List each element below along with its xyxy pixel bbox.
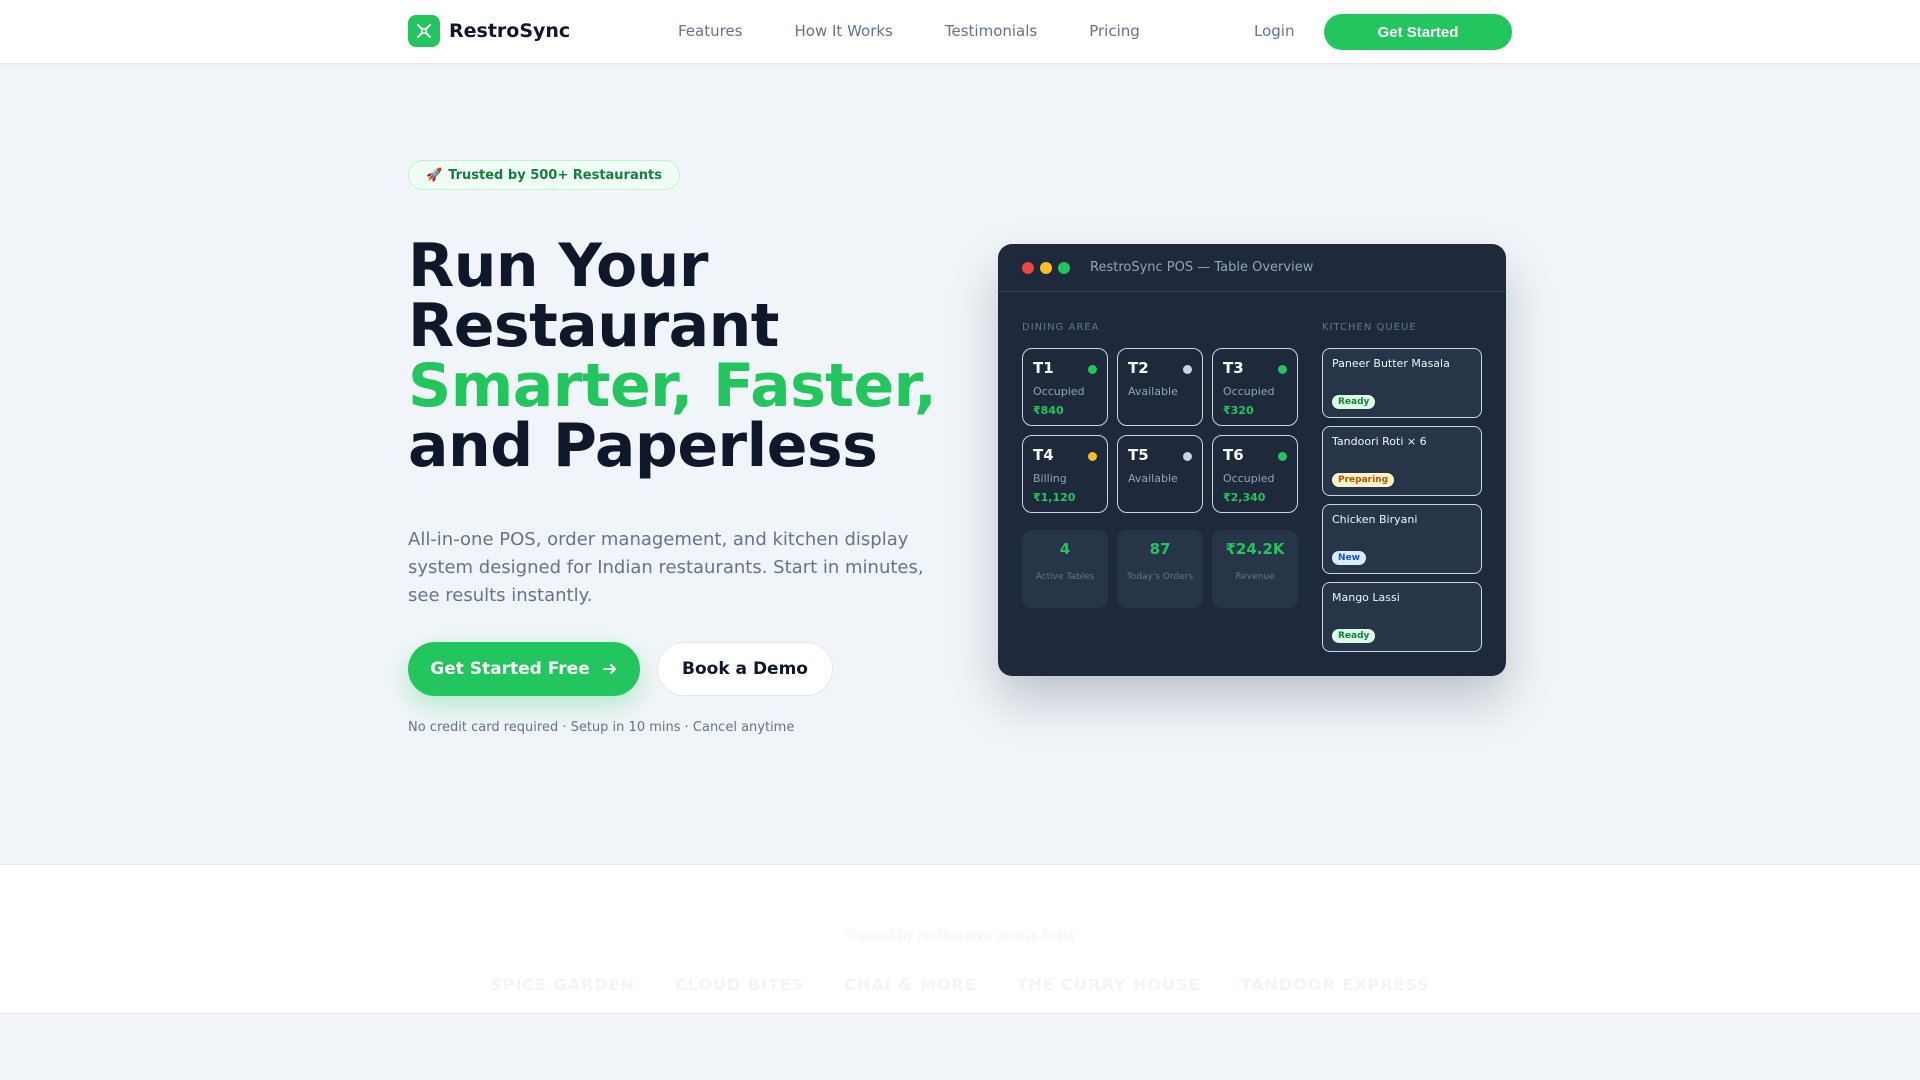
nav-link-pricing[interactable]: Pricing <box>1089 22 1140 40</box>
hero-note: No credit card required · Setup in 10 mi… <box>408 720 795 735</box>
stat-value: ₹24.2K <box>1225 540 1285 558</box>
table-status-dot-icon <box>1088 365 1097 374</box>
brand[interactable]: RestroSync <box>408 15 570 47</box>
kitchen-order-card[interactable]: Paneer Butter Masala Ready <box>1322 348 1482 418</box>
arrow-right-icon <box>602 664 616 674</box>
trusted-by-label: Trusted by restaurants across India <box>845 929 1075 944</box>
order-status-badge: Preparing <box>1332 473 1395 487</box>
order-item-name: Mango Lassi <box>1332 591 1400 604</box>
headline-line-4: and Paperless <box>408 411 878 481</box>
table-status-dot-icon <box>1183 365 1192 374</box>
table-status-dot-icon <box>1183 452 1192 461</box>
brand-name: RestroSync <box>449 20 571 42</box>
trusted-by-section: Trusted by restaurants across India SPIC… <box>0 864 1920 1014</box>
table-amount: ₹320 <box>1223 404 1254 417</box>
stat-todays-orders: 87 Today's Orders <box>1117 530 1203 608</box>
table-card-t6[interactable]: T6 Occupied ₹2,340 <box>1212 435 1298 513</box>
table-status-dot-icon <box>1278 452 1287 461</box>
order-status-badge: New <box>1332 551 1366 565</box>
nav-link-testimonials[interactable]: Testimonials <box>945 22 1037 40</box>
table-status: Occupied <box>1223 472 1275 485</box>
get-started-free-label: Get Started Free <box>430 659 590 679</box>
window-close-dot-icon <box>1022 261 1034 274</box>
partner-logo: THE CURRY HOUSE <box>1016 975 1201 994</box>
window-minimize-dot-icon <box>1040 261 1052 274</box>
kitchen-queue: Paneer Butter Masala Ready Tandoori Roti… <box>1322 348 1482 660</box>
table-status: Occupied <box>1033 385 1085 398</box>
order-item-name: Tandoori Roti × 6 <box>1332 435 1427 448</box>
get-started-free-button[interactable]: Get Started Free <box>408 642 640 696</box>
kitchen-order-card[interactable]: Tandoori Roti × 6 Preparing <box>1322 426 1482 496</box>
hero-headline: Run Your Restaurant Smarter, Faster, and… <box>408 236 937 476</box>
stat-label: Active Tables <box>1035 572 1095 582</box>
stat-value: 4 <box>1059 540 1071 558</box>
window-maximize-dot-icon <box>1058 261 1070 274</box>
stat-label: Today's Orders <box>1126 572 1194 582</box>
table-status: Available <box>1128 385 1178 398</box>
pos-preview-window: RestroSync POS — Table Overview DINING A… <box>998 244 1506 676</box>
table-status-dot-icon <box>1278 365 1287 374</box>
nav-link-features[interactable]: Features <box>678 22 743 40</box>
pos-window-title: RestroSync POS — Table Overview <box>1090 260 1314 275</box>
partner-logo: TANDOOR EXPRESS <box>1240 975 1430 994</box>
kitchen-queue-label: KITCHEN QUEUE <box>1322 322 1417 333</box>
dining-area-label: DINING AREA <box>1022 322 1100 333</box>
table-grid: T1 Occupied ₹840 T2 Available T3 Occupie… <box>1022 348 1298 513</box>
rocket-icon: 🚀 <box>426 167 443 183</box>
partner-logos: SPICE GARDEN CLOUD BITES CHAI & MORE THE… <box>0 975 1920 994</box>
table-amount: ₹1,120 <box>1033 491 1076 504</box>
trusted-badge-label: Trusted by 500+ Restaurants <box>448 167 662 183</box>
stat-label: Revenue <box>1235 572 1275 582</box>
book-demo-button[interactable]: Book a Demo <box>657 642 833 696</box>
table-amount: ₹840 <box>1033 404 1064 417</box>
table-card-t3[interactable]: T3 Occupied ₹320 <box>1212 348 1298 426</box>
partner-logo: CLOUD BITES <box>674 975 805 994</box>
nav-link-how-it-works[interactable]: How It Works <box>795 22 893 40</box>
partner-logo: SPICE GARDEN <box>490 975 635 994</box>
table-amount: ₹2,340 <box>1223 491 1266 504</box>
stat-active-tables: 4 Active Tables <box>1022 530 1108 608</box>
login-link[interactable]: Login <box>1254 22 1294 40</box>
table-status: Occupied <box>1223 385 1275 398</box>
kitchen-order-card[interactable]: Mango Lassi Ready <box>1322 582 1482 652</box>
pos-window-titlebar: RestroSync POS — Table Overview <box>998 244 1506 292</box>
stat-revenue: ₹24.2K Revenue <box>1212 530 1298 608</box>
table-card-t1[interactable]: T1 Occupied ₹840 <box>1022 348 1108 426</box>
top-navbar: RestroSync Features How It Works Testimo… <box>0 0 1920 64</box>
nav-links: Features How It Works Testimonials Prici… <box>678 22 1140 40</box>
table-card-t4[interactable]: T4 Billing ₹1,120 <box>1022 435 1108 513</box>
trusted-badge: 🚀 Trusted by 500+ Restaurants <box>408 160 680 190</box>
table-status: Available <box>1128 472 1178 485</box>
kitchen-order-card[interactable]: Chicken Biryani New <box>1322 504 1482 574</box>
order-item-name: Chicken Biryani <box>1332 513 1418 526</box>
restaurant-logo-icon <box>408 15 440 47</box>
hero-subtext: All-in-one POS, order management, and ki… <box>408 529 924 606</box>
table-status: Billing <box>1033 472 1067 485</box>
get-started-button[interactable]: Get Started <box>1324 14 1512 50</box>
order-status-badge: Ready <box>1332 629 1376 643</box>
table-status-dot-icon <box>1088 452 1097 461</box>
table-card-t5[interactable]: T5 Available <box>1117 435 1203 513</box>
order-status-badge: Ready <box>1332 395 1376 409</box>
stats-row: 4 Active Tables 87 Today's Orders ₹24.2K… <box>1022 530 1298 608</box>
order-item-name: Paneer Butter Masala <box>1332 357 1450 370</box>
table-card-t2[interactable]: T2 Available <box>1117 348 1203 426</box>
partner-logo: CHAI & MORE <box>844 975 977 994</box>
stat-value: 87 <box>1149 540 1171 558</box>
